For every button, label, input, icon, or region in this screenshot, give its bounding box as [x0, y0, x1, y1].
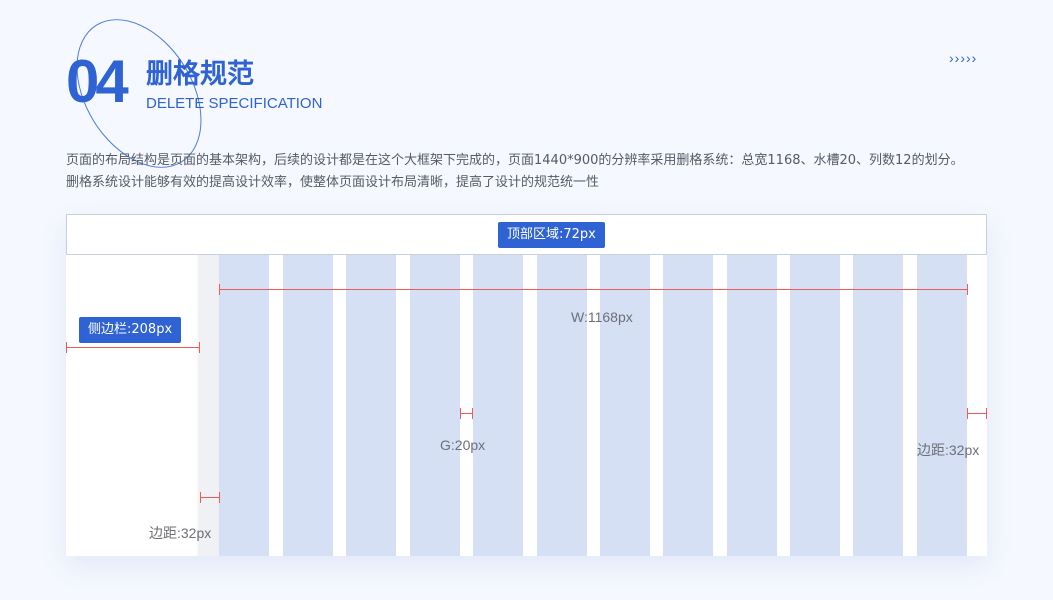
left-margin-label: 边距:32px [149, 525, 212, 541]
left-margin-measure [200, 492, 220, 503]
grid-column [410, 255, 460, 556]
grid-column [790, 255, 840, 556]
content-width-measure [219, 284, 968, 295]
right-margin-label: 边距:32px [917, 442, 980, 458]
header-height-tag: 顶部区域:72px [498, 222, 605, 248]
section-description: 页面的布局结构是页面的基本架构，后续的设计都是在这个大框架下完成的，页面1440… [66, 153, 964, 190]
grid-column [917, 255, 967, 556]
grid-column [537, 255, 587, 556]
gutter-measure [460, 408, 473, 419]
grid-column [346, 255, 396, 556]
grid-column [473, 255, 523, 556]
grid-column [600, 255, 650, 556]
grid-column [219, 255, 269, 556]
content-width-label: W:1168px [571, 309, 633, 325]
section-number: 04 [66, 48, 129, 115]
grid-column [663, 255, 713, 556]
grid-column [283, 255, 333, 556]
section-title: 删格规范 [146, 59, 254, 90]
sidebar-width-tag: 侧边栏:208px [79, 317, 182, 343]
sidebar-width-measure [66, 342, 200, 353]
grid-column [853, 255, 903, 556]
grid-diagram: 顶部区域:72px W:1168px 侧边栏:208px G:20px 边距:3… [66, 214, 987, 556]
sidebar-margin-band [200, 255, 219, 556]
right-margin-measure [967, 408, 987, 419]
grid-column [727, 255, 777, 556]
section-subtitle: DELETE SPECIFICATION [146, 95, 323, 112]
gutter-label: G:20px [440, 437, 486, 453]
chevrons-right-icon: ››››› [949, 50, 978, 66]
